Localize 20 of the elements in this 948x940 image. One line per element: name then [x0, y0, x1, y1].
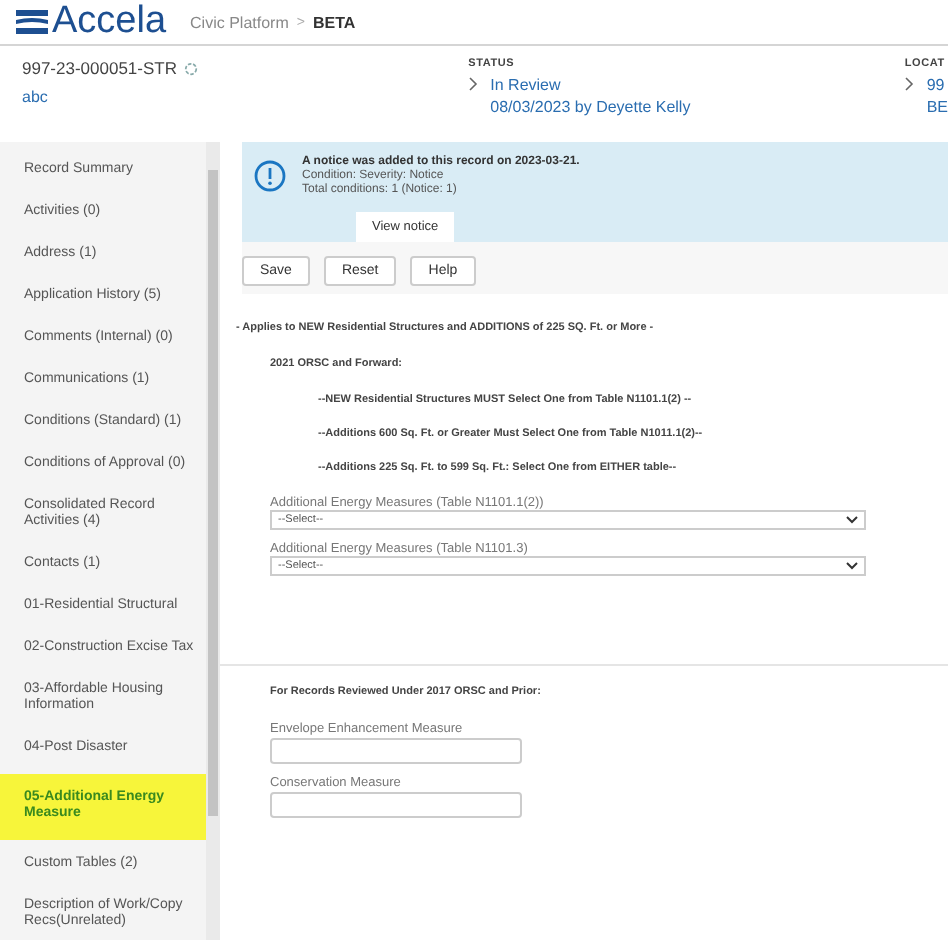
logo-text: Accela	[52, 2, 167, 42]
caret-icon	[846, 562, 858, 570]
field-value: 08/03/2023 by Deyette Kelly	[490, 96, 691, 118]
input-field[interactable]	[270, 738, 522, 764]
field-value[interactable]: 99	[926, 74, 948, 96]
record-name[interactable]: abc	[22, 88, 469, 106]
refresh-icon[interactable]	[183, 61, 197, 75]
scrollbar[interactable]	[206, 142, 220, 940]
chevron-icon[interactable]	[468, 76, 479, 92]
field-value[interactable]: In Review	[490, 74, 691, 96]
edition-label: BETA	[312, 13, 356, 31]
scrollbar-thumb[interactable]	[208, 170, 218, 816]
alert-icon	[254, 160, 286, 192]
logo-icon	[16, 8, 48, 36]
field-value: BE	[926, 96, 948, 118]
chevron-icon[interactable]	[904, 76, 915, 92]
input-field[interactable]	[270, 792, 522, 818]
product-name: Civic Platform	[190, 13, 289, 31]
record-id: 997-23-000051-STR	[22, 58, 177, 78]
caret-icon	[846, 516, 858, 524]
